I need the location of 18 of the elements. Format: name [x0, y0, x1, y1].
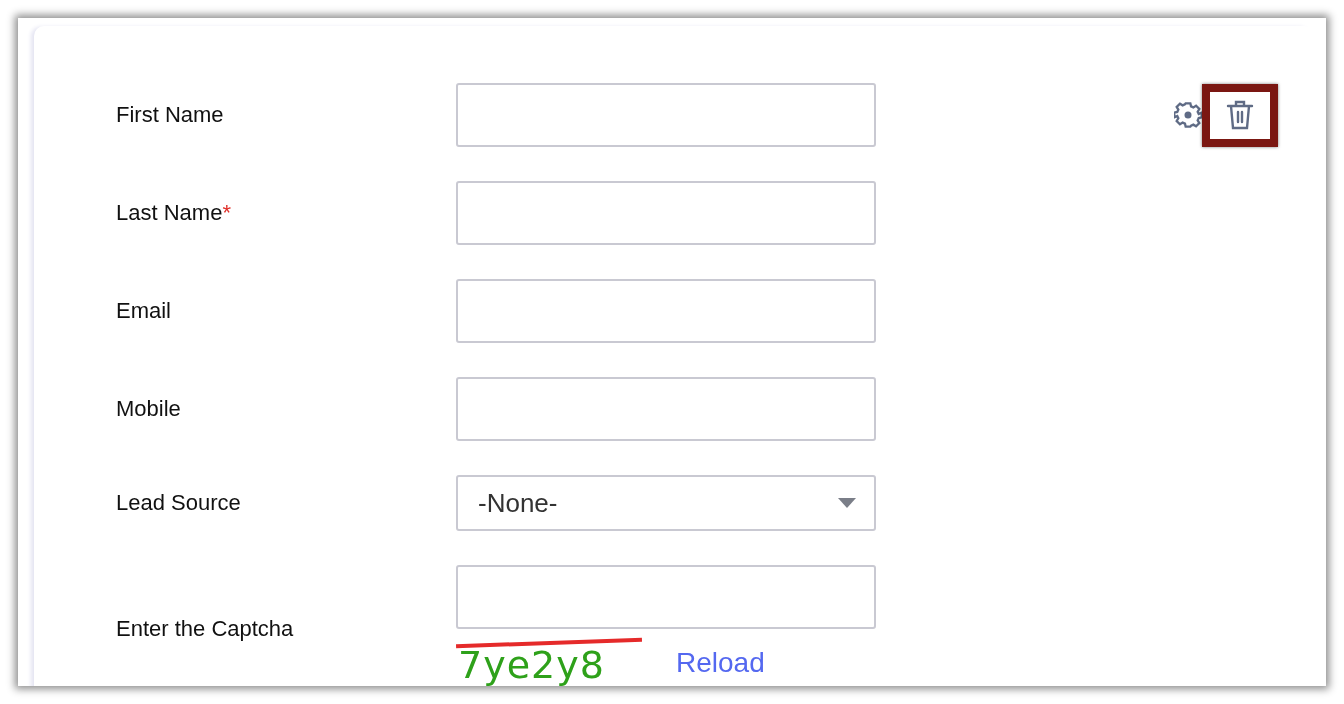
field-label: First Name	[116, 102, 224, 127]
text-input-field[interactable]	[456, 377, 876, 441]
captcha-text: 7ye2y8	[457, 645, 605, 685]
text-input-field[interactable]	[456, 181, 876, 245]
field-label: Enter the Captcha	[116, 616, 294, 641]
settings-icon	[1174, 100, 1202, 130]
field-label: Last Name*	[116, 200, 231, 225]
trash-icon	[1226, 99, 1254, 131]
delete-button[interactable]	[1202, 83, 1278, 147]
captcha-input-field[interactable]	[456, 565, 876, 629]
reload-link[interactable]: Reload	[676, 647, 765, 679]
lead-source-dropdown[interactable]: -None-	[456, 475, 876, 531]
text-input-field[interactable]	[456, 83, 876, 147]
field-label: Mobile	[116, 396, 181, 421]
field-label: Lead Source	[116, 490, 241, 515]
text-input-field[interactable]	[456, 279, 876, 343]
field-label: Email	[116, 298, 171, 323]
caret-icon	[838, 498, 856, 508]
